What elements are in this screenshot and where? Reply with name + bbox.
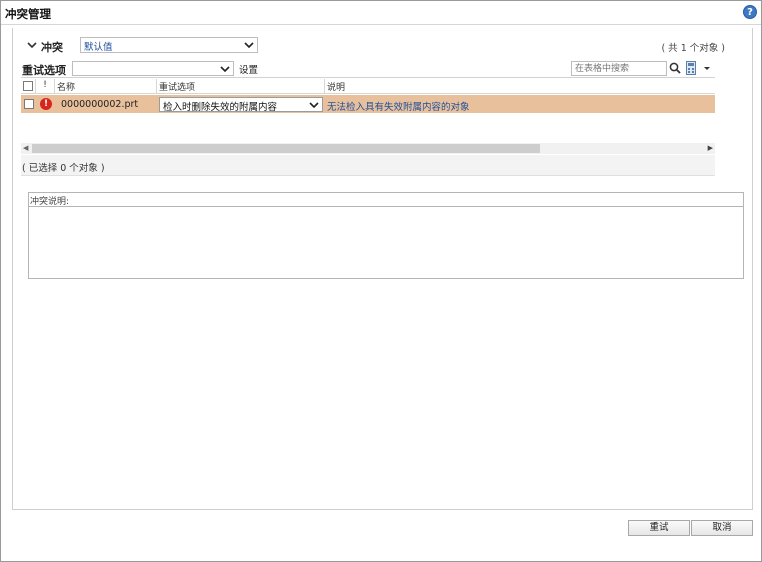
retry-button[interactable]: 重试 — [628, 520, 690, 536]
row-retry-option-select[interactable]: 检入时删除失效的附属内容 — [159, 97, 323, 113]
window-title: 冲突管理 — [5, 7, 51, 21]
scroll-left-arrow-icon[interactable]: ◀ — [23, 144, 28, 152]
selected-count: ( 已选择 0 个对象 ) — [21, 155, 715, 176]
title-bar: 冲突管理 ? — [1, 1, 761, 25]
table-search-input[interactable] — [571, 61, 667, 76]
chevron-down-icon — [220, 66, 230, 73]
total-count: ( 共 1 个对象 ) — [661, 43, 725, 54]
row-description: 无法检入具有失效附属内容的对象 — [327, 102, 470, 113]
calculator-icon[interactable] — [686, 61, 696, 75]
settings-button[interactable]: 设置 — [239, 62, 258, 76]
conflict-management-window: 冲突管理 ? 冲突 默认值 ( 共 1 个对象 ) 重试选项 设置 在表格中搜索… — [0, 0, 762, 562]
main-panel: 冲突 默认值 ( 共 1 个对象 ) 重试选项 设置 在表格中搜索 ! 名称 重… — [12, 28, 753, 510]
conflict-description-panel: 冲突说明: — [28, 192, 744, 279]
horizontal-scrollbar[interactable]: ◀ ▶ — [21, 143, 715, 154]
chevron-down-icon[interactable] — [25, 37, 39, 53]
table-row[interactable]: ! 0000000002.prt 检入时删除失效的附属内容 无法检入具有失效附属… — [21, 95, 715, 113]
retry-options-select[interactable] — [72, 61, 234, 76]
status-column-header[interactable]: ! — [36, 79, 55, 94]
name-column-header[interactable]: 名称 — [55, 79, 157, 94]
cancel-button[interactable]: 取消 — [691, 520, 753, 536]
retry-options-label: 重试选项 — [22, 64, 66, 77]
chevron-down-icon — [244, 42, 254, 49]
table-header: ! 名称 重试选项 说明 — [21, 79, 715, 94]
conflict-header: 冲突 默认值 ( 共 1 个对象 ) — [25, 37, 725, 55]
caret-down-icon[interactable] — [701, 61, 713, 75]
row-checkbox[interactable] — [24, 99, 34, 109]
divider — [29, 206, 743, 207]
scrollbar-thumb[interactable] — [32, 144, 540, 153]
search-icon[interactable] — [668, 61, 683, 76]
error-icon: ! — [40, 98, 52, 110]
select-all-checkbox[interactable] — [23, 81, 33, 91]
row-name: 0000000002.prt — [61, 99, 139, 110]
scroll-right-arrow-icon[interactable]: ▶ — [708, 144, 713, 152]
description-column-header[interactable]: 说明 — [325, 79, 715, 94]
preset-select-value: 默认值 — [84, 42, 113, 53]
preset-select[interactable]: 默认值 — [80, 37, 258, 53]
help-icon[interactable]: ? — [743, 5, 757, 19]
select-all-header — [21, 79, 36, 94]
conflicts-section-label: 冲突 — [41, 41, 63, 54]
table-toolbar: 重试选项 设置 — [21, 58, 715, 78]
chevron-down-icon — [309, 102, 319, 109]
row-retry-option-value: 检入时删除失效的附属内容 — [163, 102, 278, 113]
retry-option-column-header[interactable]: 重试选项 — [157, 79, 325, 94]
